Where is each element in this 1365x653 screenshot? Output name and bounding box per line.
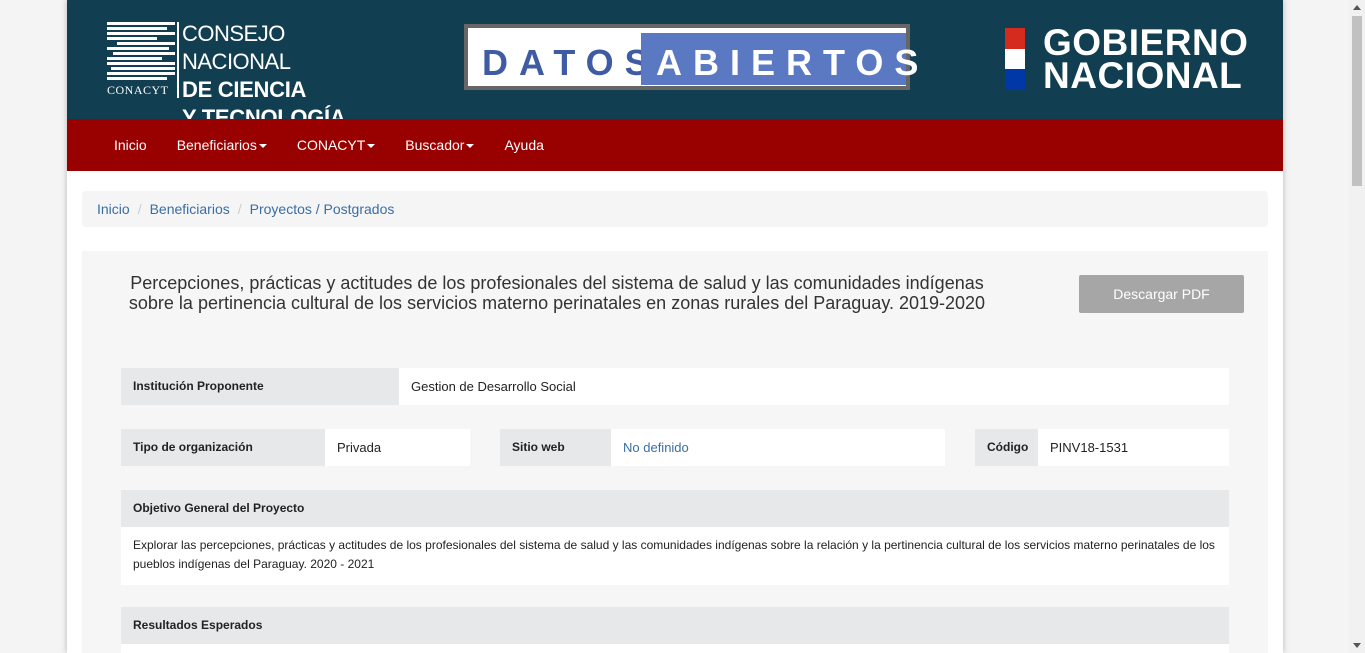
download-pdf-button[interactable]: Descargar PDF — [1079, 275, 1244, 313]
breadcrumb-separator: / — [237, 201, 242, 217]
gobierno-line-2: NACIONAL — [1043, 55, 1243, 96]
breadcrumb-beneficiarios[interactable]: Beneficiarios — [150, 201, 230, 217]
caret-down-icon — [466, 144, 475, 149]
institucion-value: Gestion de Desarrollo Social — [399, 368, 1229, 405]
abiertos-box: ABIERTOS — [641, 33, 918, 85]
resultados-text — [121, 644, 1229, 653]
page: CONACYT CONSEJO NACIONAL DE CIENCIA Y TE… — [67, 0, 1283, 653]
abiertos-word: ABIERTOS — [656, 42, 930, 83]
datos-abiertos-logo[interactable]: DATOS ABIERTOS — [464, 24, 918, 90]
conacyt-stripes-icon — [107, 22, 175, 80]
codigo-value: PINV18-1531 — [1038, 429, 1229, 466]
codigo-label: Código — [975, 429, 1038, 466]
datos-word: DATOS — [482, 42, 660, 83]
breadcrumb-separator: / — [137, 201, 142, 217]
nav-item-buscador[interactable]: Buscador — [390, 119, 489, 171]
conacyt-acronym: CONACYT — [107, 83, 169, 97]
breadcrumb-proyectos[interactable]: Proyectos / Postgrados — [250, 201, 395, 217]
caret-down-icon — [258, 144, 267, 149]
resultados-label: Resultados Esperados — [121, 607, 1229, 644]
nav-label: Buscador — [405, 137, 465, 153]
scroll-up-icon[interactable] — [1353, 5, 1361, 10]
vertical-scrollbar[interactable] — [1349, 0, 1365, 653]
nav-label: Ayuda — [504, 137, 544, 153]
sitio-web-value[interactable]: No definido — [611, 429, 945, 466]
breadcrumb-inicio[interactable]: Inicio — [97, 201, 130, 217]
institucion-label: Institución Proponente — [121, 368, 399, 405]
tipo-organizacion-label: Tipo de organización — [121, 429, 325, 466]
nav-item-beneficiarios[interactable]: Beneficiarios — [162, 119, 282, 171]
tipo-organizacion-value: Privada — [325, 429, 470, 466]
caret-down-icon — [367, 144, 376, 149]
scroll-thumb[interactable] — [1352, 16, 1362, 186]
gobierno-nacional-text: GOBIERNO NACIONAL — [1043, 24, 1248, 96]
breadcrumb: Inicio / Beneficiarios / Proyectos / Postgra… — [82, 191, 1268, 227]
breadcrumb-items: Inicio / Beneficiarios / Proyectos / Postgra… — [97, 191, 394, 227]
objetivo-text: Explorar las percepciones, prácticas y a… — [121, 527, 1229, 585]
nav-item-inicio[interactable]: Inicio — [99, 119, 162, 171]
logo-divider — [177, 22, 179, 98]
nav-item-conacyt[interactable]: CONACYT — [282, 119, 390, 171]
nav-label: Inicio — [114, 137, 147, 153]
scroll-down-icon[interactable] — [1353, 643, 1361, 648]
nav-label: Beneficiarios — [176, 137, 257, 153]
nav-label: CONACYT — [296, 137, 366, 153]
conacyt-line-2: DE CIENCIA — [182, 77, 307, 102]
gobierno-nacional-logo[interactable]: GOBIERNO NACIONAL — [1005, 24, 1248, 96]
nav-list: Inicio Beneficiarios CONACYT Buscador Ay… — [99, 119, 559, 171]
objetivo-label: Objetivo General del Proyecto — [121, 490, 1229, 527]
conacyt-line-1: CONSEJO NACIONAL — [182, 21, 291, 74]
nav-item-ayuda[interactable]: Ayuda — [489, 119, 558, 171]
conacyt-logo[interactable]: CONACYT CONSEJO NACIONAL DE CIENCIA Y TE… — [107, 21, 379, 130]
site-header: CONACYT CONSEJO NACIONAL DE CIENCIA Y TE… — [67, 0, 1283, 130]
conacyt-name: CONSEJO NACIONAL DE CIENCIA Y TECNOLOGÍA — [182, 20, 379, 132]
project-panel: Percepciones, prácticas y actitudes de l… — [82, 251, 1268, 653]
paraguay-flag-icon — [1005, 28, 1025, 90]
project-title: Percepciones, prácticas y actitudes de l… — [128, 273, 986, 313]
sitio-web-label: Sitio web — [500, 429, 611, 466]
main-navbar: Inicio Beneficiarios CONACYT Buscador Ay… — [67, 119, 1283, 171]
